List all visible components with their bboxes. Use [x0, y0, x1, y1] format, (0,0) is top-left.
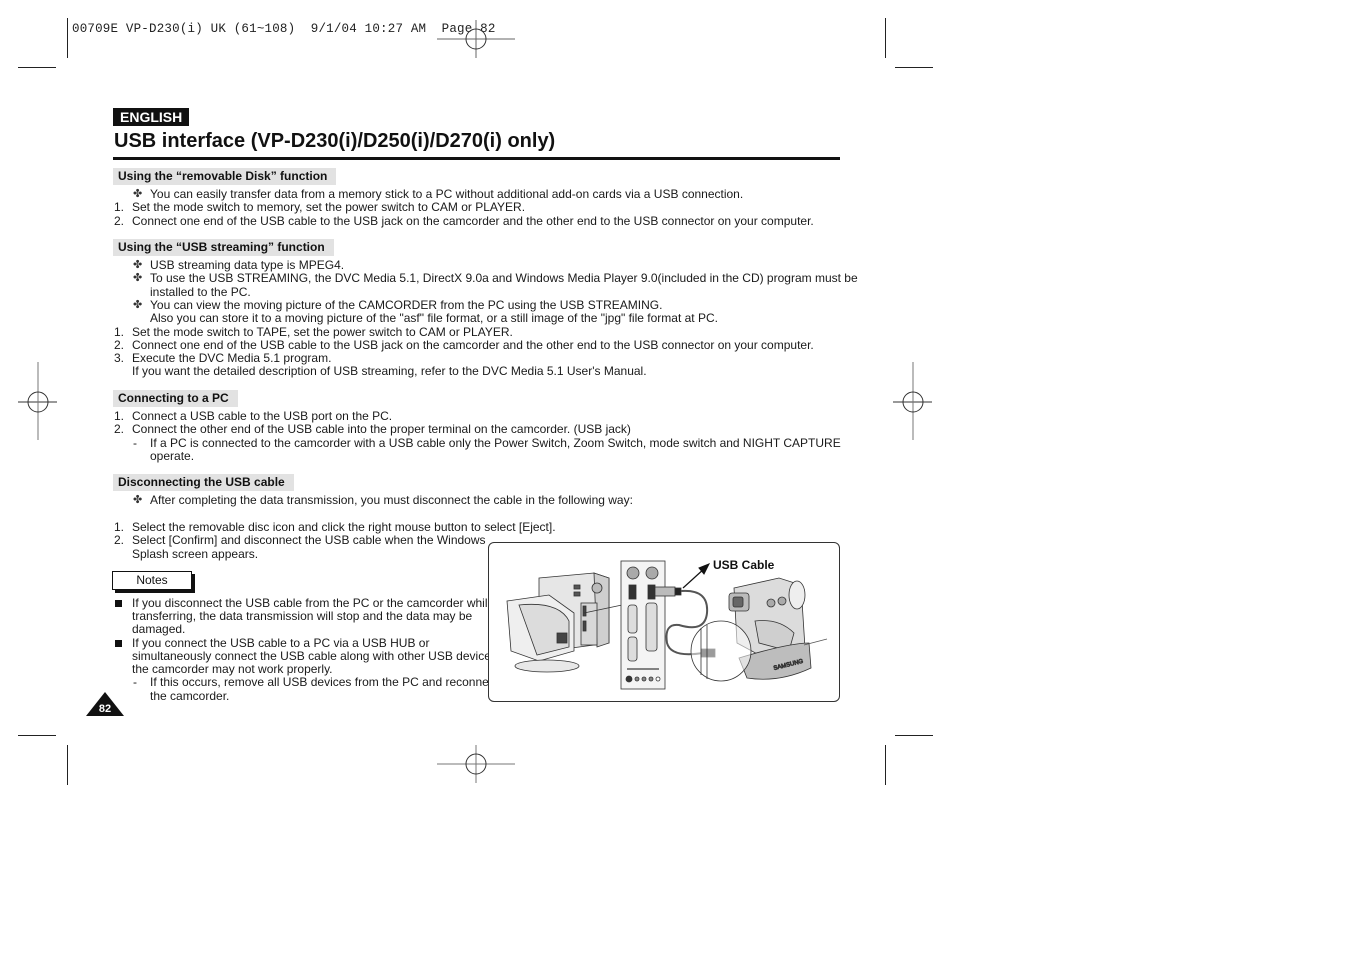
connecting-step-2: Connect the other end of the USB cable i… [132, 422, 631, 436]
magnifier-circle-icon [690, 620, 752, 682]
connecting-sub-line-2: operate. [150, 449, 195, 463]
notes-label: Notes [112, 571, 192, 590]
step-number: 2. [114, 214, 125, 228]
registration-mark-right [893, 362, 932, 440]
dash-marker: - [133, 436, 137, 450]
section-heading-removable-disk: Using the “removable Disk” function [113, 168, 337, 185]
arrow-icon [682, 563, 711, 589]
step-number: 2. [114, 422, 125, 436]
connecting-sub-line-1: If a PC is connected to the camcorder wi… [150, 436, 841, 450]
section-heading-connecting: Connecting to a PC [113, 390, 238, 407]
bullet-icon: ✤ [133, 272, 143, 284]
crop-mark [18, 735, 56, 736]
registration-mark-left [18, 362, 57, 440]
crop-mark [895, 67, 933, 68]
section-heading-usb-streaming: Using the “USB streaming” function [113, 239, 334, 256]
pc-camcorder-drawing: SAMSUNG [506, 560, 828, 690]
crop-mark [67, 745, 68, 785]
disconnecting-bullet: After completing the data transmission, … [150, 493, 633, 507]
registration-mark-bottom [437, 745, 515, 783]
page-number: 82 [99, 703, 111, 715]
removable-step-2: Connect one end of the USB cable to the … [132, 214, 814, 228]
crop-mark [67, 18, 68, 58]
removable-step-1: Set the mode switch to memory, set the p… [132, 200, 526, 214]
step-number: 1. [114, 200, 125, 214]
bullet-icon: ✤ [133, 299, 143, 311]
bullet-icon: ✤ [133, 494, 143, 506]
dash-marker: - [133, 675, 137, 689]
page-title: USB interface (VP-D230(i)/D250(i)/D270(i… [114, 130, 556, 152]
note-1-line-3: damaged. [132, 622, 186, 636]
bullet-icon: ✤ [133, 259, 143, 271]
streaming-bullet-2-line-1: To use the USB STREAMING, the DVC Media … [150, 271, 858, 285]
note-sub-line-2: the camcorder. [150, 689, 230, 703]
streaming-step-3-note: If you want the detailed description of … [132, 364, 647, 378]
step-number: 2. [114, 533, 125, 547]
title-rule [113, 157, 840, 160]
disconnecting-step-2-line-2: Splash screen appears. [132, 547, 259, 561]
note-sub-line-1: If this occurs, remove all USB devices f… [150, 675, 499, 689]
disconnecting-step-2-line-1: Select [Confirm] and disconnect the USB … [132, 533, 486, 547]
crop-mark [18, 67, 56, 68]
usb-connection-illustration: SAMSUNG USB Cable [488, 542, 840, 702]
square-bullet-icon [115, 640, 122, 647]
section-heading-disconnecting: Disconnecting the USB cable [113, 474, 294, 491]
crop-mark [885, 18, 886, 58]
page-number-badge: 82 [86, 692, 124, 716]
language-badge: ENGLISH [113, 108, 190, 126]
usb-cable-label: USB Cable [713, 558, 775, 572]
step-number: 3. [114, 351, 125, 365]
crop-mark [895, 735, 933, 736]
crop-mark [885, 745, 886, 785]
registration-mark-top [437, 20, 515, 58]
print-slug: 00709E VP-D230(i) UK (61~108) 9/1/04 10:… [72, 22, 496, 36]
pc-back-panel-icon [620, 560, 666, 690]
streaming-bullet-3-line-2: Also you can store it to a moving pictur… [150, 311, 718, 325]
square-bullet-icon [115, 600, 122, 607]
